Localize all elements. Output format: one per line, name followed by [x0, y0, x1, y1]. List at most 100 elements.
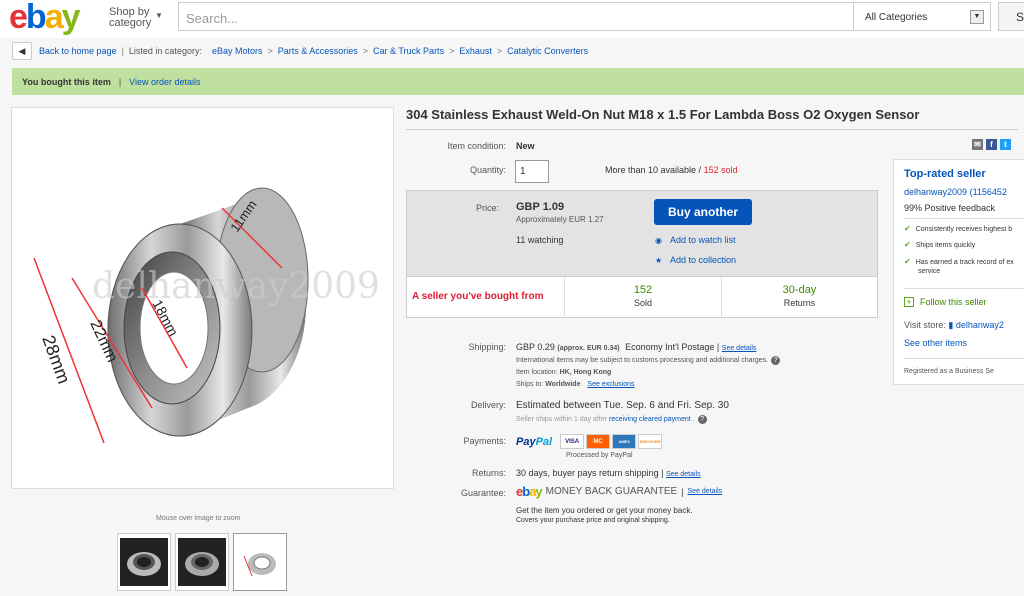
seller-name[interactable]: delhanway2009 (1156452 [904, 187, 1007, 197]
amex-icon: AMEX [612, 434, 637, 449]
dropdown-arrow-icon: ▼ [970, 10, 984, 24]
separator: > [449, 46, 455, 56]
processed-by-paypal: Processed by PayPal [566, 452, 633, 459]
twitter-icon[interactable]: t [1000, 139, 1011, 150]
breadcrumb-item[interactable]: Catalytic Converters [507, 46, 588, 56]
share-icons: ✉ f t [972, 139, 1011, 150]
logo-letter: b [25, 0, 47, 36]
help-icon[interactable]: ? [771, 356, 781, 365]
thumbnail[interactable] [117, 533, 171, 591]
divider [904, 358, 1024, 359]
weld-nut-photo: delhanway2009 28mm 22mm 18mm 11mm [33, 187, 380, 444]
money-back-guarantee: ebay MONEY BACK GUARANTEE | See details [516, 484, 722, 499]
category-select-value: All Categories [865, 12, 928, 23]
follow-seller-link[interactable]: + Follow this seller [904, 297, 987, 307]
quantity-input[interactable]: 1 [515, 160, 549, 183]
intl-note: International items may be subject to cu… [516, 356, 781, 365]
store-icon: ▮ [948, 320, 954, 330]
logo-letter: a [44, 0, 64, 36]
facebook-icon[interactable]: f [986, 139, 997, 150]
divider [904, 218, 1024, 219]
thumbnail[interactable] [175, 533, 229, 591]
check-icon: ✔ [904, 257, 911, 266]
visa-icon: VISA [560, 434, 585, 449]
eye-icon: ◉ [655, 235, 662, 245]
paypal-logo: PayPal [516, 436, 552, 448]
delivery-note-text: Seller ships within 1 day after [516, 416, 608, 423]
shop-by-label: category [109, 17, 152, 29]
breadcrumb-item[interactable]: Exhaust [459, 46, 492, 56]
back-to-home-link[interactable]: Back to home page [39, 46, 117, 56]
main-product-image[interactable]: delhanway2009 28mm 22mm 18mm 11mm [11, 107, 394, 489]
buy-another-button[interactable]: Buy another [654, 199, 752, 225]
search-input[interactable]: Search... [178, 2, 854, 31]
registered-business: Registered as a Business Se [904, 368, 994, 375]
shipping-approx: (approx. EUR 0.34) [557, 345, 620, 352]
divider [904, 288, 1024, 289]
payments-label: Payments: [463, 436, 506, 446]
see-details-link[interactable]: See details [722, 345, 757, 352]
bought-item-text: You bought this item [22, 76, 111, 87]
see-details-link[interactable]: See details [666, 471, 701, 478]
help-icon[interactable]: ? [697, 415, 707, 424]
cleared-payment-link[interactable]: receiving cleared payment [609, 416, 691, 423]
ebay-logo[interactable]: ebay [9, 0, 81, 36]
ebay-small-logo: ebay [516, 484, 543, 499]
returns-stat: 30-day Returns [721, 277, 877, 318]
watermark-text: delhanway2009 [92, 266, 380, 307]
stat-label: Sold [633, 298, 652, 308]
returns-value: 30 days, buyer pays return shipping | Se… [516, 468, 701, 478]
view-order-details-link[interactable]: View order details [129, 77, 200, 87]
email-icon[interactable]: ✉ [972, 139, 983, 150]
stat-label: Returns [783, 298, 816, 308]
ships-to: Ships to: Worldwide See exclusions [516, 381, 635, 388]
separator: > [362, 46, 369, 56]
delivery-note: Seller ships within 1 day after receivin… [516, 415, 707, 424]
condition-label: Item condition: [447, 141, 506, 151]
sold-count[interactable]: 152 sold [704, 165, 738, 175]
see-details-link[interactable]: See details [688, 488, 723, 495]
bullet-text: service [918, 268, 941, 275]
top-rated-seller-title: Top-rated seller [904, 168, 986, 180]
back-arrow-icon[interactable]: ◀ [12, 42, 32, 60]
guarantee-label: Guarantee: [460, 488, 506, 498]
seller-box: Top-rated seller delhanway2009 (1156452 … [893, 159, 1024, 385]
breadcrumb-item[interactable]: Car & Truck Parts [373, 46, 444, 56]
search-button[interactable]: S [998, 2, 1024, 31]
thumbnail-image [236, 538, 284, 586]
item-location: Item location: HK, Hong Kong [516, 369, 611, 376]
discover-icon: DISCOVER [638, 434, 663, 449]
period: . [692, 416, 695, 423]
header: ebay Shop by category ▼ Search... All Ca… [0, 0, 1024, 38]
plus-icon: + [904, 297, 914, 307]
store-link[interactable]: delhanway2 [956, 320, 1004, 330]
bullet-text: Consistently receives highest b [915, 226, 1013, 233]
price-label: Price: [476, 203, 500, 213]
see-exclusions-link[interactable]: See exclusions [587, 381, 634, 388]
mastercard-icon: MC [586, 434, 611, 449]
category-select[interactable]: All Categories ▼ [854, 2, 991, 31]
bullet-text: Ships items quickly [915, 242, 976, 249]
price-approx: Approximately EUR 1.27 [516, 215, 604, 224]
item-title: 304 Stainless Exhaust Weld-On Nut M18 x … [406, 107, 920, 122]
breadcrumb-item[interactable]: eBay Motors [212, 46, 263, 56]
bought-from-label: A seller you've bought from [412, 291, 544, 302]
add-to-collection-link[interactable]: ★ Add to collection [655, 255, 736, 265]
shop-by-category[interactable]: Shop by category ▼ [109, 7, 163, 29]
mbg-note: Covers your purchase price and original … [516, 517, 670, 524]
separator: | [121, 46, 124, 56]
payment-methods: PayPal VISA MC AMEX DISCOVER [516, 434, 663, 449]
seller-bullet: ✔ Has earned a track record of ex [904, 257, 1014, 266]
thumbnail-selected[interactable] [233, 533, 287, 591]
condition-value: New [516, 141, 535, 151]
breadcrumb-item[interactable]: Parts & Accessories [278, 46, 358, 56]
location-label: Item location: [516, 369, 558, 376]
zoom-hint: Mouse over image to zoom [156, 515, 241, 522]
watching-count: 11 watching [516, 235, 564, 245]
add-to-watch-list-link[interactable]: ◉ Add to watch list [655, 235, 736, 245]
seller-bullet: ✔ Ships items quickly [904, 240, 975, 249]
quantity-label: Quantity: [469, 165, 506, 175]
paypal-logo-part: Pay [516, 435, 536, 448]
see-other-items-link[interactable]: See other items [904, 338, 967, 348]
intl-note-text: International items may be subject to cu… [516, 357, 769, 364]
